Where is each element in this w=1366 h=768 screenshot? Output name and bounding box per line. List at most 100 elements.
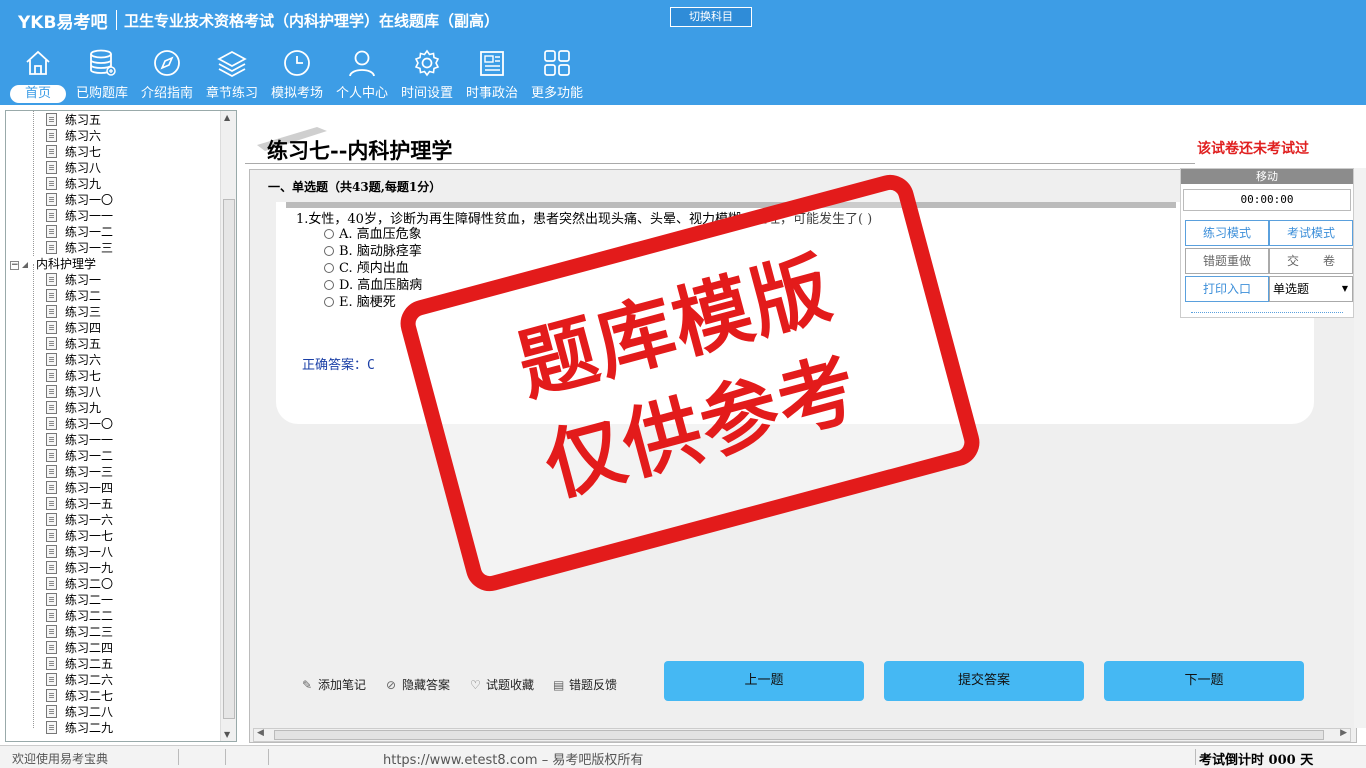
tree-item[interactable]: 练习一一 xyxy=(46,432,113,448)
horizontal-scroll-thumb[interactable] xyxy=(274,730,1324,740)
tree-guide xyxy=(33,264,34,728)
tree-item[interactable]: 练习九 xyxy=(46,176,101,192)
tree-item[interactable]: 练习一四 xyxy=(46,480,113,496)
collapse-icon[interactable]: − xyxy=(10,261,19,270)
question-type-select[interactable]: 单选题 ▼ xyxy=(1269,276,1353,302)
tree-item[interactable]: 练习二四 xyxy=(46,640,113,656)
divider xyxy=(1195,749,1196,765)
favorite-button[interactable]: ♡ 试题收藏 xyxy=(470,676,534,693)
switch-subject-button[interactable]: 切换科目 xyxy=(670,7,752,27)
nav-guide[interactable]: 介绍指南 xyxy=(135,48,199,104)
horizontal-scrollbar[interactable]: ◀ ▶ xyxy=(253,728,1351,742)
hand-in-button[interactable]: 交 卷 xyxy=(1269,248,1353,274)
nav-current-affairs[interactable]: 时事政治 xyxy=(460,48,524,104)
tree-folder[interactable]: − 内科护理学 xyxy=(10,256,96,272)
tree-item[interactable]: 练习一一 xyxy=(46,208,113,224)
tree-item[interactable]: 练习二八 xyxy=(46,704,113,720)
tree-item[interactable]: 练习二六 xyxy=(46,672,113,688)
practice-mode-button[interactable]: 练习模式 xyxy=(1185,220,1269,246)
folder-icon xyxy=(22,262,28,268)
option-a[interactable]: A. 高血压危象 xyxy=(324,226,422,243)
nav-more[interactable]: 更多功能 xyxy=(525,48,589,104)
radio-icon[interactable] xyxy=(324,280,334,290)
nav-personal-center[interactable]: 个人中心 xyxy=(330,48,394,104)
tree-item[interactable]: 练习五 xyxy=(46,336,101,352)
redo-wrong-button[interactable]: 错题重做 xyxy=(1185,248,1269,274)
tree-item[interactable]: 练习一二 xyxy=(46,224,113,240)
print-button[interactable]: 打印入口 xyxy=(1185,276,1269,302)
radio-icon[interactable] xyxy=(324,246,334,256)
tree-item[interactable]: 练习二 xyxy=(46,288,101,304)
radio-icon[interactable] xyxy=(324,297,334,307)
scroll-up-icon[interactable]: ▲ xyxy=(224,113,230,122)
prev-question-button[interactable]: 上一题 xyxy=(664,661,864,701)
tree-item[interactable]: 练习二七 xyxy=(46,688,113,704)
tree-item[interactable]: 练习二五 xyxy=(46,656,113,672)
tree-item[interactable]: 练习二〇 xyxy=(46,576,113,592)
nav-chapter-practice[interactable]: 章节练习 xyxy=(200,48,264,104)
divider xyxy=(116,10,117,30)
nav-purchased[interactable]: 已购题库 xyxy=(70,48,134,104)
radio-icon[interactable] xyxy=(324,229,334,239)
tree-item[interactable]: 练习六 xyxy=(46,128,101,144)
tree-item[interactable]: 练习四 xyxy=(46,320,101,336)
tree-item[interactable]: 练习二二 xyxy=(46,608,113,624)
nav-current-affairs-label: 时事政治 xyxy=(465,86,518,101)
chapter-tree[interactable]: 练习五 练习六 练习七 练习八 练习九 练习一〇 练习一一 练习一二 练习一三 − 内科护理学 练习一… xyxy=(5,110,237,742)
tree-item[interactable]: 练习一三 xyxy=(46,464,113,480)
scroll-left-icon[interactable]: ◀ xyxy=(257,728,264,738)
option-e[interactable]: E. 脑梗死 xyxy=(324,294,396,311)
feedback-button[interactable]: ▤ 错题反馈 xyxy=(553,676,617,693)
nav-time-settings[interactable]: 时间设置 xyxy=(395,48,459,104)
tree-item[interactable]: 练习八 xyxy=(46,384,101,400)
tree-item[interactable]: 练习一〇 xyxy=(46,416,113,432)
tree-item[interactable]: 练习一七 xyxy=(46,528,113,544)
scroll-right-icon[interactable]: ▶ xyxy=(1340,728,1347,738)
option-b[interactable]: B. 脑动脉痉挛 xyxy=(324,243,422,260)
document-icon xyxy=(46,401,57,414)
tree-item[interactable]: 练习一二 xyxy=(46,448,113,464)
tree-item[interactable]: 练习一三 xyxy=(46,240,113,256)
tree-item[interactable]: 练习七 xyxy=(46,144,101,160)
document-icon xyxy=(46,481,57,494)
tree-item[interactable]: 练习六 xyxy=(46,352,101,368)
option-c[interactable]: C. 颅内出血 xyxy=(324,260,409,277)
option-d[interactable]: D. 高血压脑病 xyxy=(324,277,422,294)
tree-item[interactable]: 练习一〇 xyxy=(46,192,113,208)
tree-scroll-thumb[interactable] xyxy=(223,199,235,719)
tree-item[interactable]: 练习三 xyxy=(46,304,101,320)
radio-icon[interactable] xyxy=(324,263,334,273)
content-scrollbar[interactable] xyxy=(1354,168,1366,728)
document-icon xyxy=(46,593,57,606)
document-icon xyxy=(46,145,57,158)
tree-item[interactable]: 练习二三 xyxy=(46,624,113,640)
correct-answer: 正确答案：C xyxy=(302,358,375,373)
tree-item[interactable]: 练习七 xyxy=(46,368,101,384)
scroll-down-icon[interactable]: ▼ xyxy=(224,730,230,739)
heart-icon: ♡ xyxy=(470,678,481,692)
chevron-down-icon: ▼ xyxy=(1341,284,1348,293)
tree-item[interactable]: 练习五 xyxy=(46,112,101,128)
tree-item[interactable]: 练习一九 xyxy=(46,560,113,576)
hide-answer-button[interactable]: ⊘ 隐藏答案 xyxy=(386,676,450,693)
next-question-button[interactable]: 下一题 xyxy=(1104,661,1304,701)
tree-item[interactable]: 练习八 xyxy=(46,160,101,176)
tree-scrollbar[interactable]: ▲ ▼ xyxy=(220,111,236,741)
document-icon xyxy=(46,497,57,510)
nav-mock-exam[interactable]: 模拟考场 xyxy=(265,48,329,104)
tree-item[interactable]: 练习一六 xyxy=(46,512,113,528)
add-note-button[interactable]: ✎ 添加笔记 xyxy=(302,676,366,693)
tree-item[interactable]: 练习一八 xyxy=(46,544,113,560)
document-icon xyxy=(46,529,57,542)
tree-item[interactable]: 练习二九 xyxy=(46,720,113,736)
submit-answer-button[interactable]: 提交答案 xyxy=(884,661,1084,701)
exam-mode-button[interactable]: 考试模式 xyxy=(1269,220,1353,246)
tree-item[interactable]: 练习一 xyxy=(46,272,101,288)
document-icon xyxy=(46,289,57,302)
tree-item[interactable]: 练习九 xyxy=(46,400,101,416)
panel-move-handle[interactable]: 移动 xyxy=(1181,169,1353,184)
nav-home[interactable]: 首页 xyxy=(6,48,70,104)
tree-item[interactable]: 练习一五 xyxy=(46,496,113,512)
document-icon xyxy=(46,241,57,254)
tree-item[interactable]: 练习二一 xyxy=(46,592,113,608)
